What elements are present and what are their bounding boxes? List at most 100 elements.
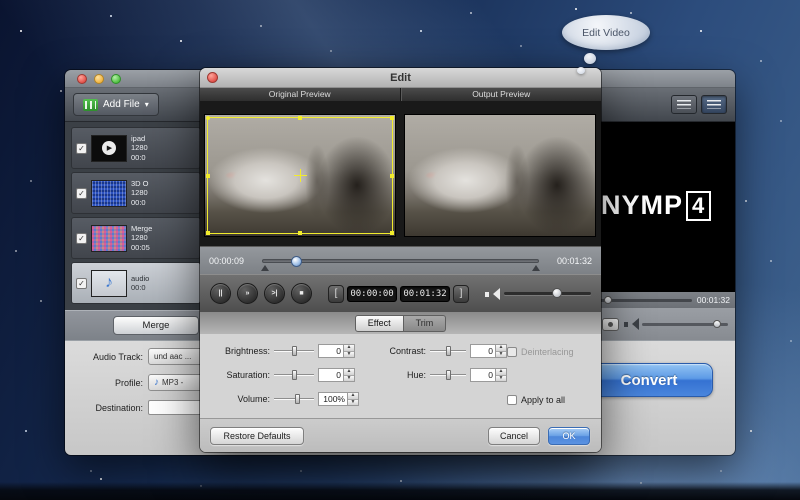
step-forward-icon[interactable]: >|: [264, 283, 285, 304]
seek-handle[interactable]: [604, 296, 612, 304]
brightness-stepper[interactable]: 0 ▲▼: [318, 344, 355, 358]
pause-icon[interactable]: ||: [210, 283, 231, 304]
file-duration: 00:0: [131, 198, 149, 208]
spinner-down-icon[interactable]: ▼: [496, 352, 506, 358]
set-trim-end-icon[interactable]: ]: [453, 285, 469, 303]
brightness-value[interactable]: 0: [318, 344, 344, 358]
file-list: ✓ ▶ ipad 1280 00:0 ✓ 3D O 1280 00:0: [71, 127, 201, 307]
fast-forward-icon[interactable]: »: [237, 283, 258, 304]
volume-handle[interactable]: [552, 288, 562, 298]
deinterlacing-checkbox[interactable]: Deinterlacing: [507, 346, 574, 358]
crop-handle[interactable]: [298, 116, 302, 120]
spinner-down-icon[interactable]: ▼: [344, 352, 354, 358]
main-preview: NYMP 4: [595, 122, 735, 292]
trim-start-icon[interactable]: [261, 265, 269, 271]
checkbox-icon[interactable]: [507, 347, 517, 357]
close-button[interactable]: [77, 74, 87, 84]
contrast-slider[interactable]: [430, 346, 466, 356]
callout-dot: [577, 67, 585, 74]
file-title: audio: [131, 274, 149, 284]
file-duration: 00:0: [131, 283, 149, 293]
check-icon[interactable]: ✓: [76, 143, 87, 154]
music-note-icon: ♪: [105, 274, 113, 292]
seek-track[interactable]: [262, 259, 539, 263]
crop-handle[interactable]: [390, 116, 394, 120]
edit-video-callout: Edit Video: [562, 15, 650, 50]
volume-value[interactable]: 100%: [318, 392, 348, 406]
crop-handle[interactable]: [390, 174, 394, 178]
convert-button[interactable]: Convert: [585, 363, 713, 397]
profile-value: MP3 -: [162, 378, 183, 387]
restore-defaults-button[interactable]: Restore Defaults: [210, 427, 304, 445]
check-icon[interactable]: ✓: [76, 233, 87, 244]
callout-dot: [584, 53, 596, 64]
playback-bar: || » >| ■ [ 00:00:00 00:01:32 ]: [200, 274, 601, 312]
output-preview-label: Output Preview: [401, 88, 602, 101]
main-preview-controls: [595, 308, 735, 340]
file-row-1[interactable]: ✓ ▶ ipad 1280 00:0: [71, 127, 201, 169]
volume-track[interactable]: [642, 323, 728, 326]
crop-handle[interactable]: [206, 231, 210, 235]
play-icon[interactable]: ▶: [102, 141, 116, 155]
crop-handle[interactable]: [206, 174, 210, 178]
check-icon[interactable]: ✓: [76, 278, 87, 289]
crop-selection[interactable]: [207, 117, 393, 234]
volume-handle[interactable]: [713, 320, 721, 328]
cancel-button[interactable]: Cancel: [488, 427, 540, 445]
brightness-slider[interactable]: [274, 346, 314, 356]
checkbox-icon[interactable]: [507, 395, 517, 405]
seek-handle[interactable]: [291, 256, 302, 267]
original-preview-frame[interactable]: [204, 114, 396, 237]
file-title: Merge: [131, 224, 152, 234]
dialog-tabs: Effect Trim: [200, 312, 601, 334]
spinner-down-icon[interactable]: ▼: [348, 400, 358, 406]
dialog-timeline: 00:00:09 00:01:32: [200, 246, 601, 274]
hue-stepper[interactable]: 0 ▲▼: [470, 368, 507, 382]
brightness-label: Brightness:: [214, 346, 270, 356]
zoom-button[interactable]: [111, 74, 121, 84]
volume-track[interactable]: [504, 292, 591, 295]
file-row-2[interactable]: ✓ 3D O 1280 00:0: [71, 172, 201, 214]
crop-handle[interactable]: [206, 116, 210, 120]
add-file-button[interactable]: Add File ▾: [73, 93, 159, 116]
hue-label: Hue:: [382, 370, 426, 380]
trim-end-icon[interactable]: [532, 265, 540, 271]
saturation-stepper[interactable]: 0 ▲▼: [318, 368, 355, 382]
trim-end-time: 00:01:32: [400, 286, 450, 302]
list-view-icon[interactable]: [671, 95, 697, 114]
snapshot-camera-icon[interactable]: [602, 318, 619, 331]
close-icon[interactable]: [207, 72, 218, 83]
original-preview-label: Original Preview: [200, 88, 401, 101]
spinner-down-icon[interactable]: ▼: [496, 376, 506, 382]
contrast-stepper[interactable]: 0 ▲▼: [470, 344, 507, 358]
tab-trim[interactable]: Trim: [404, 315, 447, 332]
volume-stepper[interactable]: 100% ▲▼: [318, 392, 359, 406]
crosshair-icon: [300, 169, 301, 182]
file-row-3[interactable]: ✓ Merge 1280 00:05: [71, 217, 201, 259]
stop-icon[interactable]: ■: [291, 283, 312, 304]
apply-to-all-checkbox[interactable]: Apply to all: [507, 394, 565, 406]
contrast-value[interactable]: 0: [470, 344, 496, 358]
merge-button[interactable]: Merge: [113, 316, 199, 335]
crop-handle[interactable]: [390, 231, 394, 235]
tab-effect[interactable]: Effect: [355, 315, 404, 332]
ok-button[interactable]: OK: [548, 427, 590, 445]
horizon-silhouette: [0, 482, 800, 500]
hue-slider[interactable]: [430, 370, 466, 380]
audio-track-label: Audio Track:: [73, 352, 143, 362]
set-trim-start-icon[interactable]: [: [328, 285, 344, 303]
hue-value[interactable]: 0: [470, 368, 496, 382]
spinner-down-icon[interactable]: ▼: [344, 376, 354, 382]
minimize-button[interactable]: [94, 74, 104, 84]
dialog-titlebar[interactable]: Edit: [200, 68, 601, 88]
seek-track[interactable]: [600, 299, 692, 302]
volume-slider[interactable]: [274, 394, 314, 404]
saturation-slider[interactable]: [274, 370, 314, 380]
thumbnail-view-icon[interactable]: [701, 95, 727, 114]
saturation-value[interactable]: 0: [318, 368, 344, 382]
crop-handle[interactable]: [298, 231, 302, 235]
check-icon[interactable]: ✓: [76, 188, 87, 199]
file-row-4[interactable]: ✓ ♪ audio 00:0: [71, 262, 201, 304]
speaker-icon[interactable]: [485, 288, 498, 300]
speaker-icon[interactable]: [624, 318, 637, 330]
